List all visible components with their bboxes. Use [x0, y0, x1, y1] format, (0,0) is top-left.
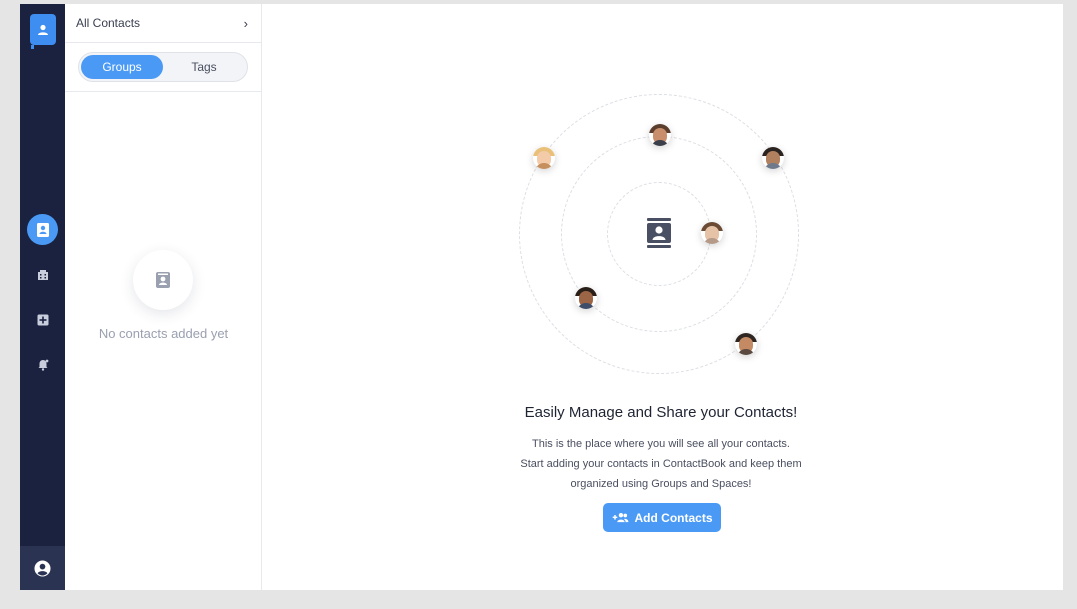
group-tag-toggle-wrap: Groups Tags — [65, 43, 261, 92]
add-contacts-label: Add Contacts — [634, 510, 713, 525]
main-empty-state: Easily Manage and Share your Contacts! T… — [262, 4, 1063, 590]
center-contact-icon — [646, 217, 672, 254]
user-circle-icon — [34, 559, 51, 577]
description-line: Start adding your contacts in ContactBoo… — [520, 458, 802, 470]
contact-book-icon — [647, 218, 671, 248]
contact-book-icon — [36, 222, 49, 237]
add-contacts-button[interactable]: Add Contacts — [603, 503, 721, 532]
empty-state-description: This is the place where you will see all… — [262, 434, 1060, 494]
contacts-list-panel: All Contacts › Groups Tags No contacts a… — [65, 4, 262, 590]
chevron-right-icon: › — [243, 15, 248, 31]
add-box-icon — [37, 314, 48, 325]
description-line: organized using Groups and Spaces! — [570, 478, 752, 490]
tab-groups[interactable]: Groups — [81, 55, 163, 79]
avatar-photo — [649, 124, 671, 146]
avatar-photo — [575, 287, 597, 309]
add-people-icon — [612, 513, 628, 523]
avatar-photo — [701, 222, 723, 244]
empty-state-text: No contacts added yet — [98, 326, 229, 341]
avatar-photo — [533, 147, 555, 169]
nav-item-add-group[interactable] — [27, 304, 58, 335]
tab-tags[interactable]: Tags — [163, 55, 245, 79]
description-line: This is the place where you will see all… — [531, 438, 790, 450]
nav-item-notifications[interactable] — [27, 349, 58, 380]
all-contacts-header[interactable]: All Contacts › — [65, 4, 261, 43]
empty-state-headline: Easily Manage and Share your Contacts! — [524, 404, 798, 421]
contact-logo-icon — [38, 24, 48, 35]
avatar-photo — [762, 147, 784, 169]
contact-book-icon — [156, 272, 170, 288]
avatar-photo — [735, 333, 757, 355]
all-contacts-label: All Contacts — [76, 16, 141, 30]
left-nav — [20, 4, 65, 590]
contactbook-app: All Contacts › Groups Tags No contacts a… — [20, 4, 1063, 590]
nav-item-contacts[interactable] — [27, 214, 58, 245]
group-tag-toggle: Groups Tags — [78, 52, 248, 82]
app-logo[interactable] — [30, 14, 56, 49]
empty-state-badge — [133, 250, 193, 310]
building-icon — [37, 269, 48, 280]
profile-button[interactable] — [20, 546, 65, 590]
nav-item-organizations[interactable] — [27, 259, 58, 290]
bell-icon — [38, 359, 48, 371]
